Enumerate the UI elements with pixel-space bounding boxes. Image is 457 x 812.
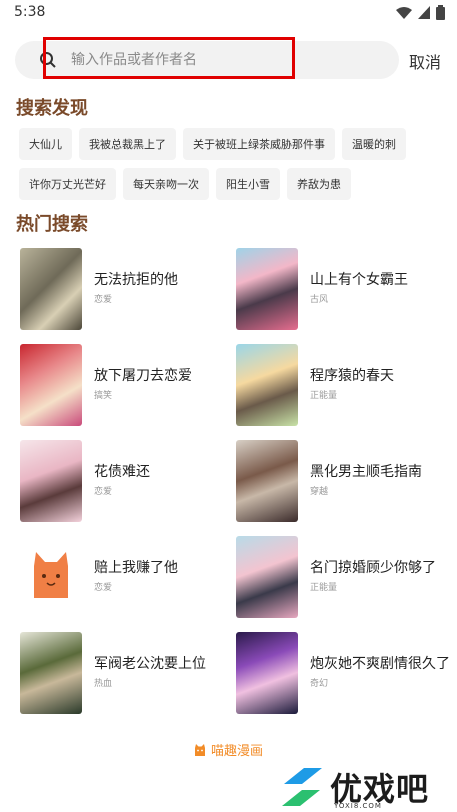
comic-title: 山上有个女霸王 [310, 272, 408, 288]
hot-item[interactable]: 程序猿的春天 正能量 [236, 344, 446, 426]
search-row [15, 41, 445, 79]
comic-genre: 热血 [94, 679, 113, 689]
hot-item[interactable]: 放下屠刀去恋爱 搞笑 [20, 344, 230, 426]
battery-icon [436, 5, 445, 20]
watermark-url: YOXI8.COM [334, 802, 382, 810]
watermark-logo-icon [282, 768, 322, 806]
tag-item[interactable]: 温暖的刺 [342, 128, 406, 160]
comic-genre: 奇幻 [310, 679, 329, 689]
hot-item[interactable]: 花债难还 恋爱 [20, 440, 230, 522]
comic-genre: 恋爱 [94, 487, 113, 497]
hot-item[interactable]: 无法抗拒的他 恋爱 [20, 248, 230, 330]
search-icon [40, 52, 56, 68]
tag-item[interactable]: 我被总裁黑上了 [79, 128, 176, 160]
comic-cover [236, 248, 298, 330]
comic-genre: 古风 [310, 295, 329, 305]
tag-row-1: 大仙儿 我被总裁黑上了 关于被班上绿茶威胁那件事 温暖的刺 [19, 128, 449, 160]
tag-row-2: 许你万丈光芒好 每天亲吻一次 阳生小雪 养敌为患 [19, 168, 449, 200]
hot-item[interactable]: 黑化男主顺毛指南 穿越 [236, 440, 446, 522]
search-input[interactable] [71, 48, 371, 72]
footer-brand-text: 喵趣漫画 [211, 744, 264, 759]
comic-genre: 正能量 [310, 583, 338, 593]
status-bar: 5:38 [0, 0, 457, 26]
cat-logo-icon [195, 743, 205, 756]
site-watermark: 优戏吧 YOXI8.COM [278, 764, 453, 810]
comic-genre: 搞笑 [94, 391, 113, 401]
wifi-icon [396, 6, 412, 19]
tag-item[interactable]: 养敌为患 [287, 168, 351, 200]
comic-cover [20, 440, 82, 522]
comic-title: 黑化男主顺毛指南 [310, 464, 422, 480]
status-icons [396, 5, 445, 20]
comic-cover [236, 632, 298, 714]
comic-cover [20, 632, 82, 714]
comic-cover [20, 344, 82, 426]
comic-title: 程序猿的春天 [310, 368, 394, 384]
comic-title: 无法抗拒的他 [94, 272, 178, 288]
tag-item[interactable]: 阳生小雪 [216, 168, 280, 200]
discover-title: 搜索发现 [16, 98, 88, 119]
hot-item[interactable]: 军阀老公沈要上位 热血 [20, 632, 230, 714]
hot-item[interactable]: 炮灰她不爽剧情很久了 奇幻 [236, 632, 450, 714]
discover-tags: 大仙儿 我被总裁黑上了 关于被班上绿茶威胁那件事 温暖的刺 许你万丈光芒好 每天… [19, 128, 449, 208]
tag-item[interactable]: 大仙儿 [19, 128, 72, 160]
status-time: 5:38 [14, 4, 46, 20]
comic-genre: 正能量 [310, 391, 338, 401]
signal-icon [418, 5, 430, 19]
search-box[interactable] [15, 41, 399, 79]
comic-genre: 穿越 [310, 487, 329, 497]
comic-cover [20, 248, 82, 330]
cancel-button[interactable]: 取消 [409, 49, 441, 73]
hot-item[interactable]: 赔上我赚了他 恋爱 [20, 536, 230, 618]
comic-title: 军阀老公沈要上位 [94, 656, 206, 672]
cat-placeholder-icon [34, 552, 68, 598]
comic-cover [236, 536, 298, 618]
hot-item[interactable]: 山上有个女霸王 古风 [236, 248, 446, 330]
tag-item[interactable]: 关于被班上绿茶威胁那件事 [183, 128, 335, 160]
hot-search-title: 热门搜索 [16, 214, 88, 235]
comic-cover [20, 536, 82, 618]
comic-genre: 恋爱 [94, 583, 113, 593]
footer-brand: 喵趣漫画 [193, 740, 263, 759]
comic-title: 赔上我赚了他 [94, 560, 178, 576]
comic-title: 放下屠刀去恋爱 [94, 368, 192, 384]
comic-title: 花债难还 [94, 464, 150, 480]
hot-item[interactable]: 名门掠婚顾少你够了 正能量 [236, 536, 446, 618]
comic-cover [236, 440, 298, 522]
comic-title: 名门掠婚顾少你够了 [310, 560, 436, 576]
tag-item[interactable]: 每天亲吻一次 [123, 168, 209, 200]
comic-genre: 恋爱 [94, 295, 113, 305]
tag-item[interactable]: 许你万丈光芒好 [19, 168, 116, 200]
comic-cover [236, 344, 298, 426]
comic-title: 炮灰她不爽剧情很久了 [310, 656, 450, 672]
